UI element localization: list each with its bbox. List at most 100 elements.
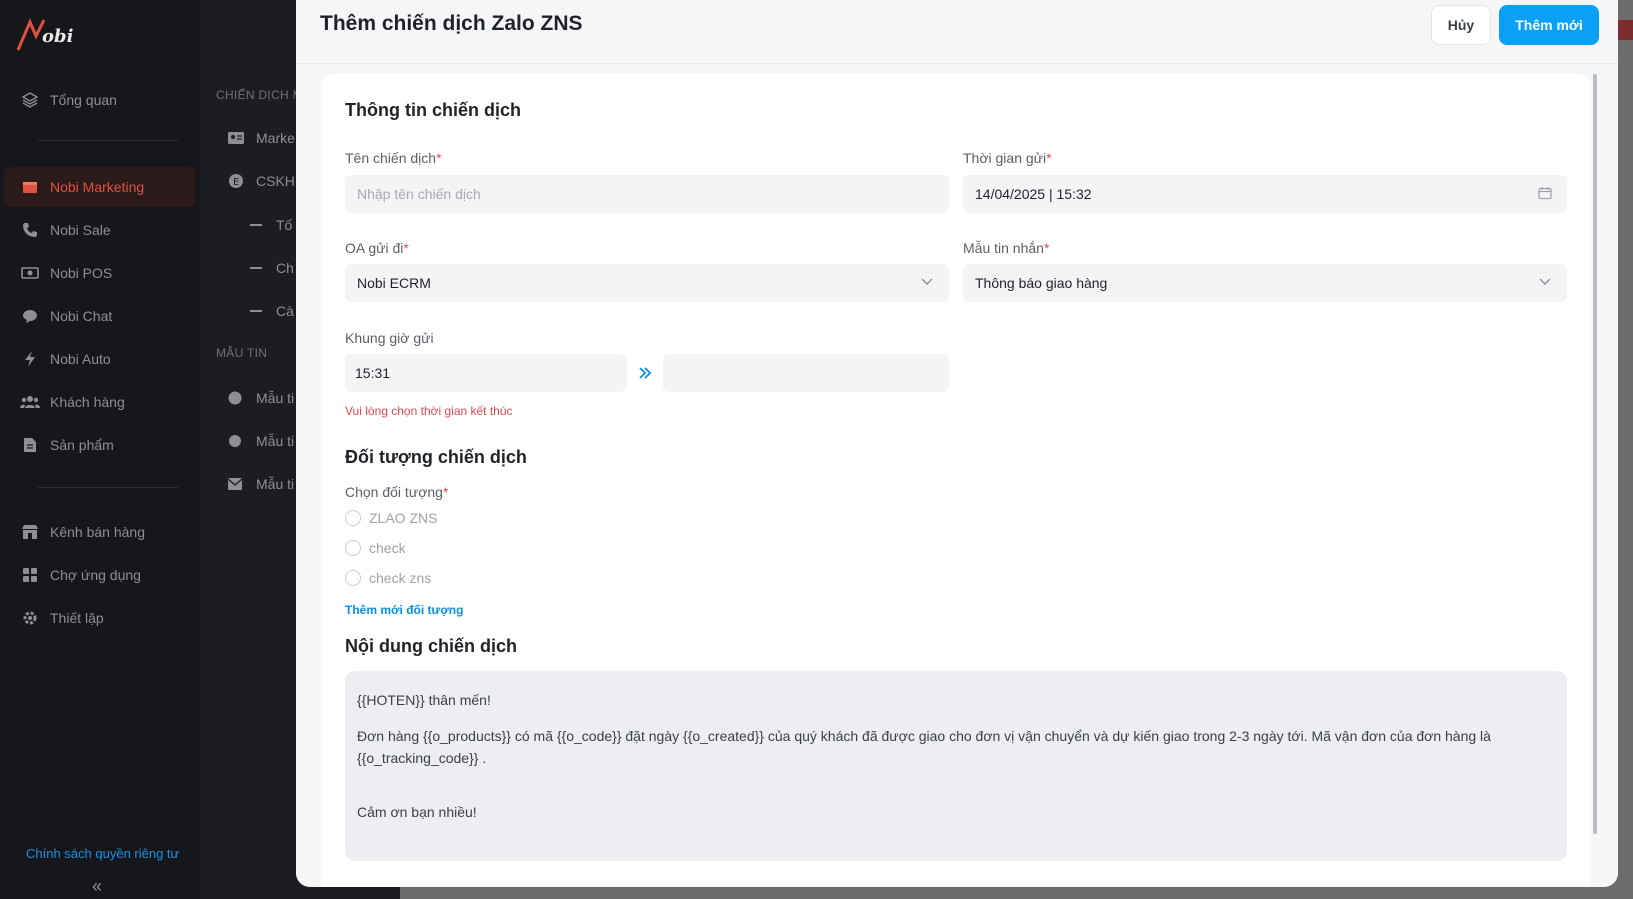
subpanel-subitem[interactable]: Tố <box>250 217 292 233</box>
choose-audience-label: Chọn đối tượng* <box>345 484 449 500</box>
phone-icon <box>20 220 40 240</box>
privacy-policy-link[interactable]: Chính sách quyền riêng tư <box>26 846 179 861</box>
gear-icon <box>20 608 40 628</box>
subpanel-subitem-label: Cà <box>276 303 294 319</box>
oa-label: OA gửi đi* <box>345 240 409 256</box>
subpanel-subitem[interactable]: Ch <box>250 260 294 276</box>
svg-text:E: E <box>233 177 239 188</box>
radio-button[interactable] <box>345 540 361 556</box>
audience-option[interactable]: check zns <box>345 570 431 586</box>
chat-bubble-icon <box>228 391 246 405</box>
subpanel-item-cskh[interactable]: E CSKH <box>228 173 295 189</box>
sidebar-item-label: Tổng quan <box>50 92 117 108</box>
subpanel-subitem-label: Ch <box>276 260 294 276</box>
collapse-sidebar-icon[interactable]: « <box>92 876 102 897</box>
scrollbar-thumb[interactable] <box>1593 74 1597 834</box>
users-icon <box>20 392 40 412</box>
subpanel-group-templates: MẪU TIN <box>216 346 268 360</box>
sidebar: obi Tổng quan Nobi Marketing Nobi Sale N… <box>0 0 200 899</box>
audience-option-label: check <box>369 540 406 556</box>
sidebar-item-label: Kênh bán hàng <box>50 524 145 540</box>
sidebar-item-settings[interactable]: Thiết lập <box>4 598 195 638</box>
send-window-error: Vui lòng chọn thời gian kết thúc <box>345 404 513 418</box>
template-label: Mẫu tin nhắn* <box>963 240 1050 256</box>
subpanel-item-label: Mẫu ti <box>256 433 295 449</box>
send-time-picker[interactable]: 14/04/2025 | 15:32 <box>963 175 1567 213</box>
campaign-name-label: Tên chiến dịch* <box>345 150 442 166</box>
section-title-content: Nội dung chiến dịch <box>345 636 517 656</box>
subpanel-item-label: Mẫu ti <box>256 476 295 492</box>
sidebar-item-label: Nobi Auto <box>50 351 111 367</box>
sidebar-item-products[interactable]: Sản phẩm <box>4 425 195 465</box>
sidebar-item-marketing[interactable]: Nobi Marketing <box>4 167 195 207</box>
sidebar-divider <box>38 487 178 488</box>
subpanel-item-template[interactable]: Mẫu ti <box>228 433 294 449</box>
send-window-start-input[interactable]: 15:31 <box>345 354 627 392</box>
calendar-icon[interactable] <box>1537 185 1553 201</box>
send-time-label: Thời gian gửi* <box>963 150 1052 166</box>
template-selected-value: Thông báo giao hàng <box>975 275 1108 291</box>
sidebar-item-label: Nobi Sale <box>50 222 111 238</box>
chevron-down-icon <box>919 274 935 290</box>
subpanel-subitem[interactable]: Cà <box>250 303 294 319</box>
svg-text:obi: obi <box>42 26 74 47</box>
content-body: Đơn hàng {{o_products}} có mã {{o_code}}… <box>357 728 1491 766</box>
sidebar-item-sales-channel[interactable]: Kênh bán hàng <box>4 512 195 552</box>
sidebar-item-sale[interactable]: Nobi Sale <box>4 210 195 250</box>
sidebar-item-label: Chợ ứng dụng <box>50 567 141 583</box>
sidebar-item-label: Sản phẩm <box>50 437 114 453</box>
audience-option[interactable]: ZLAO ZNS <box>345 510 437 526</box>
radio-button[interactable] <box>345 570 361 586</box>
sidebar-item-chat[interactable]: Nobi Chat <box>4 296 195 336</box>
sidebar-item-overview[interactable]: Tổng quan <box>4 80 195 120</box>
sidebar-item-label: Nobi POS <box>50 265 113 281</box>
send-window-label: Khung giờ gửi <box>345 330 434 346</box>
send-window-end-input[interactable] <box>663 354 949 392</box>
modal-body: Thông tin chiến dịch Tên chiến dịch* Nhậ… <box>296 64 1618 887</box>
chevron-down-icon <box>1537 274 1553 290</box>
subpanel-item-template[interactable]: Mẫu ti <box>228 476 294 492</box>
sidebar-item-label: Nobi Chat <box>50 308 113 324</box>
sidebar-divider <box>38 140 178 141</box>
audience-option[interactable]: check <box>345 540 406 556</box>
submit-add-button[interactable]: Thêm mới <box>1499 5 1599 45</box>
chat-icon <box>20 306 40 326</box>
subpanel-group-campaigns: CHIẾN DỊCH M <box>216 88 303 102</box>
subpanel-item-label: Mẫu ti <box>256 390 295 406</box>
section-title-info: Thông tin chiến dịch <box>345 100 521 120</box>
modal-scrollbar[interactable] <box>1593 74 1599 834</box>
sidebar-item-label: Thiết lập <box>50 610 104 626</box>
shop-icon <box>20 522 40 542</box>
sidebar-item-auto[interactable]: Nobi Auto <box>4 339 195 379</box>
double-chevron-right-icon <box>637 365 653 381</box>
dot-icon <box>228 434 246 448</box>
sidebar-item-label: Nobi Marketing <box>50 179 145 195</box>
mail-icon <box>228 478 246 490</box>
subpanel-item-marketing[interactable]: Marke <box>228 130 295 146</box>
apps-icon <box>20 565 40 585</box>
add-audience-link[interactable]: Thêm mới đối tượng <box>345 603 463 617</box>
sidebar-item-app-market[interactable]: Chợ ứng dụng <box>4 555 195 595</box>
campaign-form-card: Thông tin chiến dịch Tên chiến dịch* Nhậ… <box>321 74 1591 887</box>
store-icon <box>20 177 40 197</box>
subpanel-item-label: CSKH <box>256 173 295 189</box>
section-title-audience: Đối tượng chiến dịch <box>345 447 527 467</box>
sidebar-item-label: Khách hàng <box>50 394 125 410</box>
content-closing: Cảm ơn bạn nhiều! <box>357 804 477 820</box>
template-select[interactable]: Thông báo giao hàng <box>963 264 1567 302</box>
campaign-name-input[interactable]: Nhập tên chiến dịch <box>345 175 949 213</box>
oa-select[interactable]: Nobi ECRM <box>345 264 949 302</box>
audience-option-label: check zns <box>369 570 432 586</box>
send-time-value: 14/04/2025 | 15:32 <box>975 186 1092 202</box>
oa-selected-value: Nobi ECRM <box>357 275 431 291</box>
radio-button[interactable] <box>345 510 361 526</box>
layers-icon <box>20 90 40 110</box>
cash-icon <box>20 263 40 283</box>
cancel-button[interactable]: Hủy <box>1431 5 1491 45</box>
audience-option-label: ZLAO ZNS <box>369 510 438 526</box>
nobi-logo[interactable]: obi <box>16 14 96 54</box>
sidebar-item-pos[interactable]: Nobi POS <box>4 253 195 293</box>
bolt-icon <box>20 349 40 369</box>
subpanel-item-template[interactable]: Mẫu ti <box>228 390 294 406</box>
sidebar-item-customers[interactable]: Khách hàng <box>4 382 195 422</box>
